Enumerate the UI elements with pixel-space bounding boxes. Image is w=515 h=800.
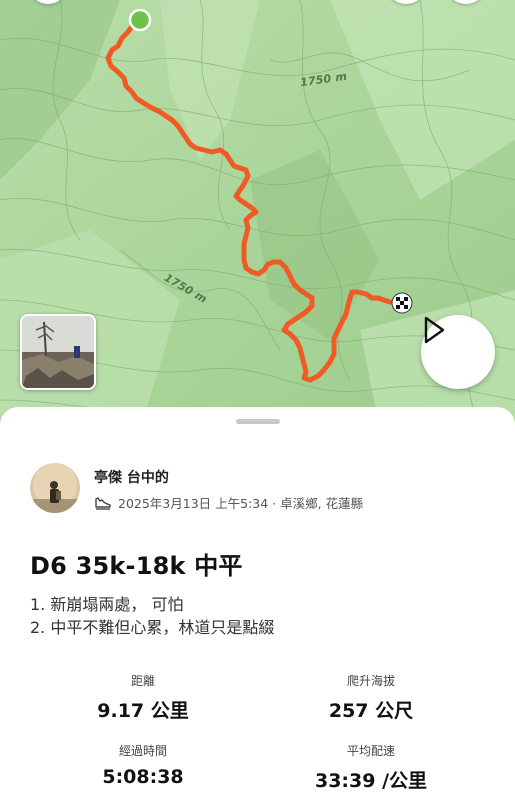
activity-description: 1. 新崩塌兩處， 可怕 2. 中平不難但心累，林道只是點綴 (30, 593, 274, 639)
stat-elapsed-time: 經過時間 5:08:38 (23, 742, 263, 788)
stat-elevation-gain: 爬升海拔 257 公尺 (251, 672, 491, 723)
description-line: 2. 中平不難但心累，林道只是點綴 (30, 618, 275, 637)
checkered-flag-icon (391, 292, 413, 314)
avatar-image (30, 463, 80, 513)
drag-handle[interactable] (236, 419, 280, 424)
stat-average-pace: 平均配速 33:39 /公里 (251, 742, 491, 793)
stat-label: 距離 (130, 674, 155, 688)
stat-value: 33:39 /公里 (314, 770, 428, 792)
start-marker (128, 8, 152, 32)
photo-image (22, 316, 94, 388)
stat-distance: 距離 9.17 公里 (23, 672, 263, 723)
activity-meta: 2025年3月13日 上午5:34 · 卓溪鄉, 花蓮縣 (94, 493, 363, 512)
stat-label: 經過時間 (118, 744, 167, 758)
play-icon (424, 316, 445, 344)
route-map[interactable]: 1750 m 1750 m (0, 0, 515, 430)
shoe-icon (95, 496, 111, 510)
activity-date-location: 2025年3月13日 上午5:34 · 卓溪鄉, 花蓮縣 (118, 496, 364, 511)
stat-value: 9.17 公里 (97, 700, 189, 722)
stat-value: 5:08:38 (102, 766, 184, 788)
stat-value: 257 公尺 (328, 700, 414, 722)
play-button[interactable] (421, 315, 495, 389)
stat-label: 平均配速 (346, 744, 395, 758)
description-line: 1. 新崩塌兩處， 可怕 (30, 595, 184, 614)
user-name[interactable]: 亭傑 台中的 (94, 467, 169, 487)
stat-label: 爬升海拔 (346, 674, 395, 688)
activity-detail-sheet: 亭傑 台中的 2025年3月13日 上午5:34 · 卓溪鄉, 花蓮縣 D6 3… (0, 407, 515, 800)
activity-photo-thumbnail[interactable] (20, 314, 96, 390)
activity-title: D6 35k-18k 中平 (30, 552, 243, 580)
avatar[interactable] (30, 463, 80, 513)
